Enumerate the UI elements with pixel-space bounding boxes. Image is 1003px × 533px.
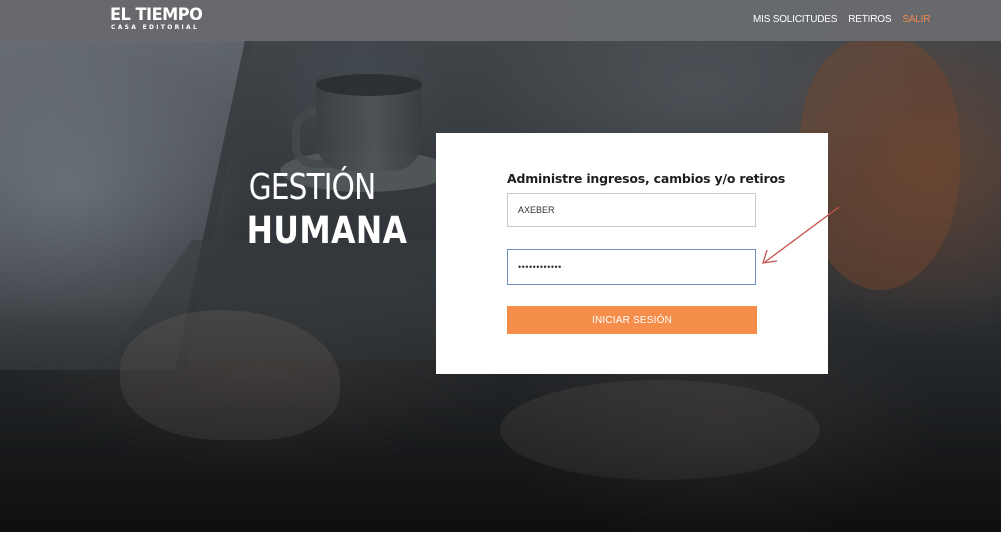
login-heading: Administre ingresos, cambios y/o retiros <box>507 171 786 186</box>
logo-tagline: CASA EDITORIAL <box>111 24 200 31</box>
annotation-arrow-shaft <box>764 206 840 263</box>
el-tiempo-logo[interactable]: EL TIEMPO CASA EDITORIAL <box>110 6 207 32</box>
page-title-line2: HUMANA <box>246 209 408 252</box>
nav-salir-link[interactable]: SALIR <box>902 14 930 25</box>
top-navigation-bar: EL TIEMPO CASA EDITORIAL MIS SOLICITUDES… <box>0 0 1001 41</box>
main-nav: MIS SOLICITUDES RETIROS SALIR <box>753 14 930 25</box>
login-submit-button[interactable]: INICIAR SESIÓN <box>507 306 757 334</box>
page-title: GESTIÓN HUMANA <box>236 166 408 252</box>
page-title-line1: GESTIÓN <box>248 167 376 208</box>
annotation-arrow-icon <box>762 206 840 264</box>
nav-retiros-link[interactable]: RETIROS <box>848 14 891 25</box>
password-input[interactable] <box>507 249 756 285</box>
logo-wordmark: EL TIEMPO <box>110 5 203 25</box>
annotation-arrow-head <box>762 249 778 264</box>
nav-mis-solicitudes-link[interactable]: MIS SOLICITUDES <box>753 14 837 25</box>
username-input[interactable] <box>507 193 756 227</box>
